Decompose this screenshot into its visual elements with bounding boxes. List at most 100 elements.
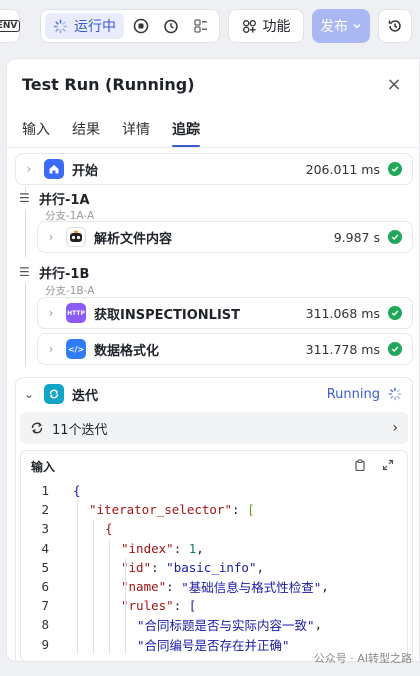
copy-button[interactable] xyxy=(351,458,369,474)
indent-guide xyxy=(77,500,78,654)
close-icon: × xyxy=(386,73,402,95)
code-line: 6 "name": "基础信息与格式性检查", xyxy=(21,577,407,596)
code-line: 1{ xyxy=(21,481,407,500)
refresh-icon xyxy=(31,422,43,434)
iterate-header[interactable]: ⌄ 迭代 Running xyxy=(22,378,402,410)
input-title: 输入 xyxy=(31,459,56,474)
node-name: 数据格式化 xyxy=(94,343,160,359)
layout-button[interactable] xyxy=(188,13,214,39)
node-name: 迭代 xyxy=(72,388,99,404)
code-token: [ xyxy=(188,598,197,614)
test-run-panel: Test Run (Running) × 输入 结果 详情 追踪 › 开始 20… xyxy=(6,58,420,662)
watermark: 公众号 · AI转型之路 xyxy=(313,652,412,665)
success-check-icon xyxy=(388,342,402,356)
line-number: 5 xyxy=(41,559,49,575)
stop-button[interactable] xyxy=(128,13,154,39)
line-number: 8 xyxy=(41,617,49,633)
parallel-group-1a: ☰ 并行-1A xyxy=(19,189,90,208)
line-number: 2 xyxy=(41,502,49,518)
panel-title: Test Run (Running) xyxy=(22,75,195,94)
iteration-count-row[interactable]: 11个迭代 › xyxy=(20,412,408,444)
code-token: "rules" xyxy=(121,598,174,614)
code-token: { xyxy=(73,483,81,499)
running-status-button[interactable]: 运行中 xyxy=(45,13,124,39)
indent-guide xyxy=(93,519,94,654)
tab-input[interactable]: 输入 xyxy=(22,111,50,147)
line-number: 6 xyxy=(41,579,49,595)
history-button[interactable] xyxy=(378,9,412,43)
code-token: : xyxy=(173,598,189,614)
trace-node-start[interactable]: › 开始 206.011 ms xyxy=(15,153,413,185)
trace-node-format[interactable]: › </> 数据格式化 311.778 ms xyxy=(37,333,413,365)
code-line: 5 "id": "basic_info", xyxy=(21,558,407,577)
chevron-right-icon[interactable]: › xyxy=(22,162,36,176)
code-token: : xyxy=(166,579,182,595)
trace-node-http[interactable]: › HTTP 获取INSPECTIONLIST 311.068 ms xyxy=(37,297,413,329)
tabs-divider xyxy=(7,147,419,148)
run-controls: 运行中 xyxy=(40,9,220,43)
code-line: 2 "iterator_selector": [ xyxy=(21,500,407,519)
code-token: , xyxy=(256,559,265,575)
code-token: "合同编号是否存在并正确" xyxy=(137,637,290,653)
code-token: "iterator_selector" xyxy=(89,502,232,518)
history-icon xyxy=(388,20,401,32)
spinner-icon xyxy=(53,19,68,33)
code-token: "合同标题是否与实际内容一致" xyxy=(137,618,315,634)
code-token: "基础信息与格式性检查" xyxy=(181,580,322,596)
indent-guide xyxy=(125,557,126,654)
chevron-down-icon[interactable]: ⌄ xyxy=(22,387,36,401)
timer-icon xyxy=(164,19,178,34)
parallel-icon: ☰ xyxy=(19,191,30,205)
line-number: 1 xyxy=(41,483,49,499)
code-line: 7 "rules": [ xyxy=(21,596,407,615)
stop-icon xyxy=(133,18,149,34)
status-badge: Running xyxy=(326,386,380,402)
env-label: ENV xyxy=(0,20,21,32)
node-duration: 206.011 ms xyxy=(305,161,380,177)
close-button[interactable]: × xyxy=(383,73,405,95)
line-number: 4 xyxy=(41,540,49,556)
running-label: 运行中 xyxy=(74,19,116,35)
tab-trace[interactable]: 追踪 xyxy=(172,111,200,147)
parallel-group-1b: ☰ 并行-1B xyxy=(19,263,90,282)
loop-icon xyxy=(44,384,64,404)
group-label: 并行-1B xyxy=(39,266,90,282)
code-token: : xyxy=(173,540,189,556)
node-duration: 311.778 ms xyxy=(305,341,380,357)
tab-result[interactable]: 结果 xyxy=(72,111,100,147)
env-button[interactable]: ENV xyxy=(0,9,21,43)
home-icon xyxy=(44,159,64,179)
branch-label: 分支-1B-A xyxy=(45,285,95,297)
copy-icon xyxy=(355,458,365,471)
code-line: 8 "合同标题是否与实际内容一致", xyxy=(21,615,407,634)
chevron-right-icon[interactable]: › xyxy=(44,306,58,320)
input-header: 输入 xyxy=(21,451,407,481)
group-label: 并行-1A xyxy=(39,192,90,208)
success-check-icon xyxy=(388,230,402,244)
http-icon: HTTP xyxy=(66,303,86,323)
code-token: , xyxy=(196,540,204,556)
chevron-right-icon[interactable]: › xyxy=(44,342,58,356)
publish-button[interactable]: 发布 xyxy=(312,9,370,43)
parallel-icon: ☰ xyxy=(19,265,30,279)
line-number: 7 xyxy=(41,598,49,614)
top-toolbar: ENV 运行中 功能 发布 xyxy=(0,0,420,52)
trace-node-parse-file[interactable]: › 解析文件内容 9.987 s xyxy=(37,221,413,253)
chevron-down-icon xyxy=(353,23,361,29)
code-token: "basic_info" xyxy=(166,559,257,575)
function-button[interactable]: 功能 xyxy=(228,9,304,43)
expand-button[interactable] xyxy=(379,459,397,474)
tab-detail[interactable]: 详情 xyxy=(122,111,150,147)
code-token: "name" xyxy=(121,579,167,595)
branch-line xyxy=(25,283,26,367)
code-token: , xyxy=(314,617,323,633)
code-token: [ xyxy=(247,502,255,518)
code-icon: </> xyxy=(66,339,86,359)
success-check-icon xyxy=(388,162,402,176)
input-code-box: 输入 1{2 "iterator_selector": [3{4 "index": … xyxy=(20,450,408,661)
chevron-right-icon[interactable]: › xyxy=(44,230,58,244)
timer-button[interactable] xyxy=(158,13,184,39)
iteration-count-label: 11个迭代 xyxy=(52,422,108,438)
trace-node-iterate: ⌄ 迭代 Running 11个迭代 › 输入 1 {2 "iterator_… xyxy=(15,377,413,661)
code-token: , xyxy=(321,579,329,595)
